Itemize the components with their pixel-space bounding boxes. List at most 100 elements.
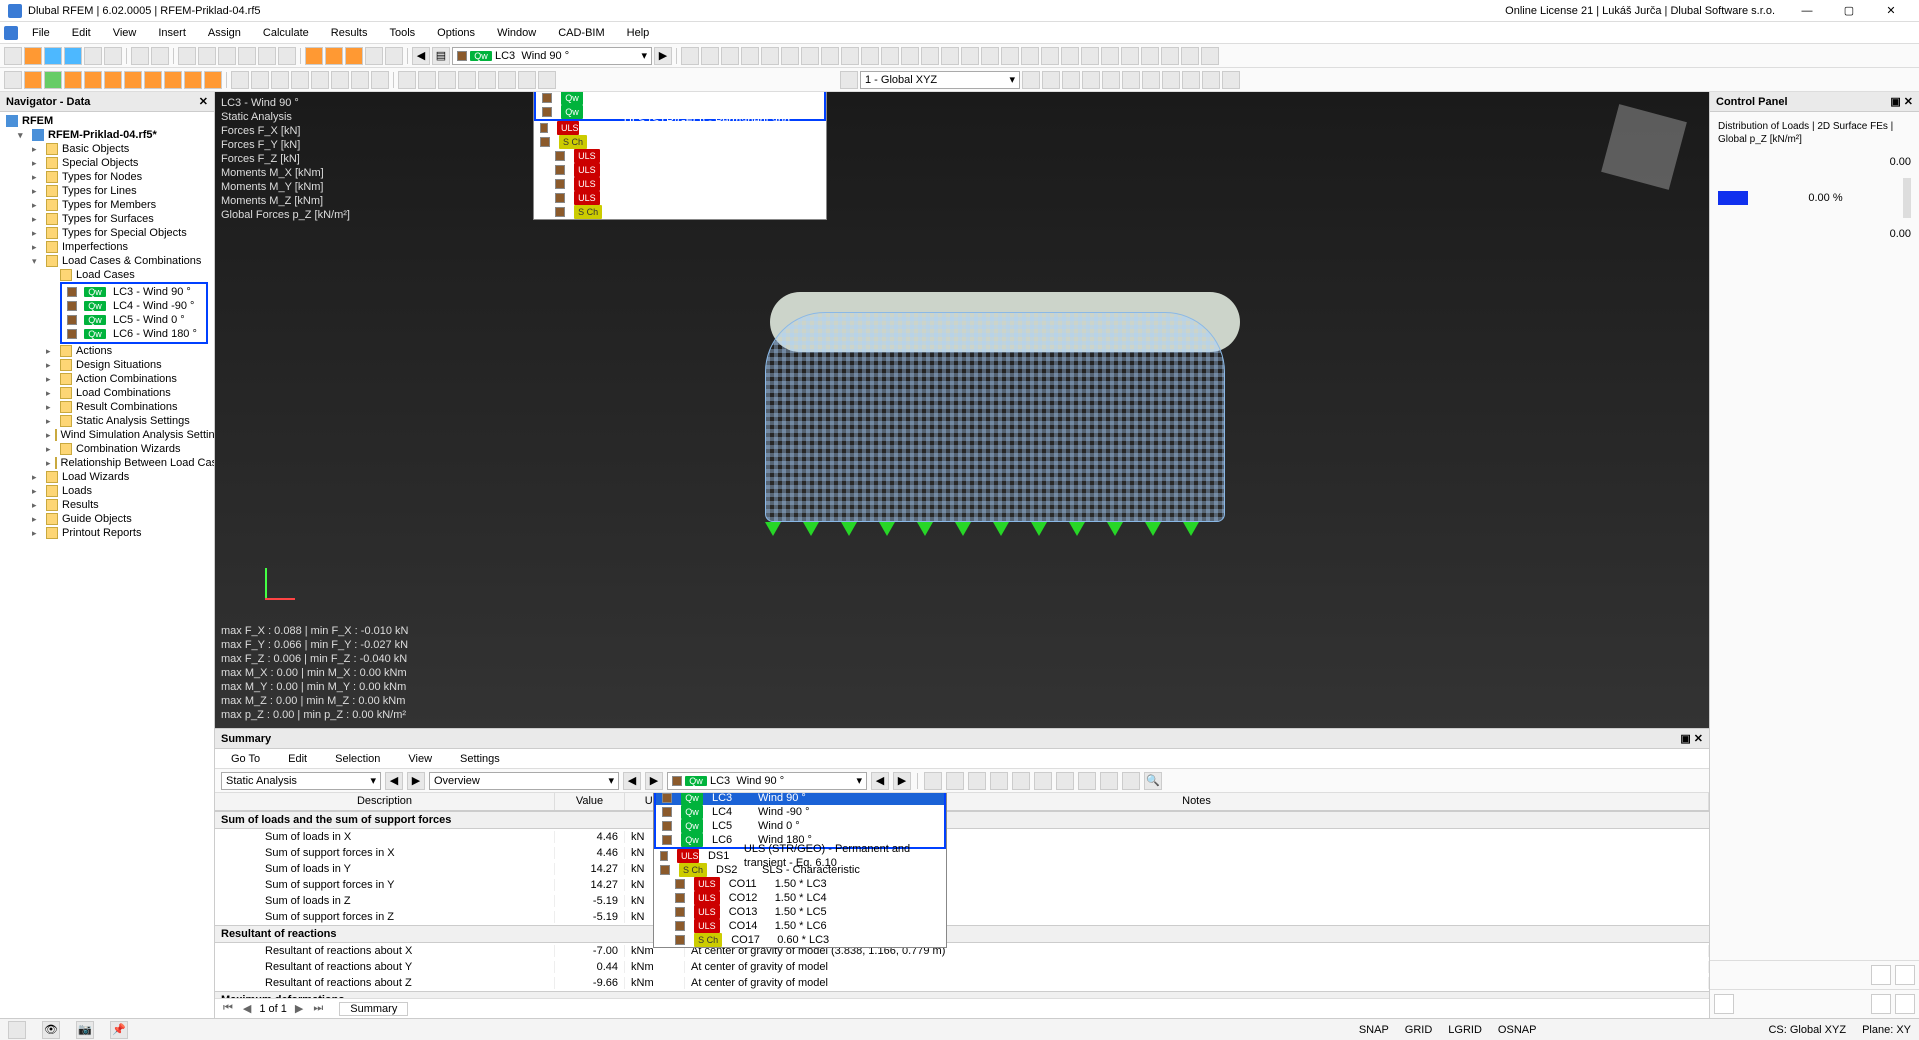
tree-item[interactable]: ▸Types for Members bbox=[0, 198, 214, 212]
tool-icon[interactable] bbox=[941, 47, 959, 65]
print-button[interactable] bbox=[104, 47, 122, 65]
tool-icon[interactable] bbox=[271, 71, 289, 89]
lc-next-button[interactable]: ▶ bbox=[654, 47, 672, 65]
tree-item[interactable]: ▸Loads bbox=[0, 484, 214, 498]
table-row[interactable]: Resultant of reactions about Y0.44kNmAt … bbox=[215, 959, 1709, 975]
dropdown-item[interactable]: QwLC5Wind 0 ° bbox=[536, 92, 824, 105]
run-button[interactable] bbox=[305, 47, 323, 65]
summary-view[interactable]: View bbox=[400, 751, 440, 767]
new-button[interactable] bbox=[4, 47, 22, 65]
tool-icon[interactable] bbox=[1202, 71, 1220, 89]
navigator-tree[interactable]: RFEM ▾ RFEM-Priklad-04.rf5* ▸Basic Objec… bbox=[0, 112, 214, 1018]
menu-edit[interactable]: Edit bbox=[64, 25, 99, 41]
tool-icon[interactable] bbox=[968, 772, 986, 790]
last-page-icon[interactable]: ⏭ bbox=[311, 1002, 325, 1015]
tool-icon[interactable] bbox=[761, 47, 779, 65]
open-button[interactable] bbox=[24, 47, 42, 65]
menu-options[interactable]: Options bbox=[429, 25, 483, 41]
loadcase-item[interactable]: QwLC6 - Wind 180 ° bbox=[63, 327, 205, 341]
tool-icon[interactable] bbox=[841, 47, 859, 65]
redo-button[interactable] bbox=[151, 47, 169, 65]
table-row[interactable]: Sum of support forces in Y14.27kN bbox=[215, 877, 1709, 893]
saveall-button[interactable] bbox=[84, 47, 102, 65]
dropdown-item[interactable]: S ChCO170.60 * LC3 bbox=[534, 205, 826, 219]
tree-item[interactable]: ▸Relationship Between Load Cases bbox=[0, 456, 214, 470]
tool-icon[interactable] bbox=[1062, 71, 1080, 89]
tool-icon[interactable] bbox=[1056, 772, 1074, 790]
tool-icon[interactable] bbox=[1141, 47, 1159, 65]
menu-tools[interactable]: Tools bbox=[381, 25, 423, 41]
tree-item[interactable]: ▸Combination Wizards bbox=[0, 442, 214, 456]
tool-icon[interactable] bbox=[1122, 772, 1140, 790]
lc-prev-button[interactable]: ◀ bbox=[412, 47, 430, 65]
status-grid[interactable]: GRID bbox=[1405, 1024, 1433, 1036]
tool-icon[interactable] bbox=[124, 71, 142, 89]
run2-button[interactable] bbox=[325, 47, 343, 65]
axis-gizmo[interactable] bbox=[265, 568, 305, 608]
layout-icon[interactable] bbox=[218, 47, 236, 65]
menu-cadbim[interactable]: CAD-BIM bbox=[550, 25, 612, 41]
tool-icon[interactable] bbox=[1102, 71, 1120, 89]
tool-icon[interactable] bbox=[231, 71, 249, 89]
tree-rfem[interactable]: RFEM bbox=[0, 114, 214, 128]
tool-icon[interactable] bbox=[365, 47, 383, 65]
tool-icon[interactable] bbox=[538, 71, 556, 89]
summary-tab[interactable]: Summary bbox=[339, 1002, 408, 1016]
tree-loadcases-comb[interactable]: ▾ Load Cases & Combinations bbox=[0, 254, 214, 268]
tool-icon[interactable] bbox=[741, 47, 759, 65]
dropdown-item[interactable]: ULSCO111.50 * LC3 bbox=[534, 149, 826, 163]
table-row[interactable]: Sum of loads in Y14.27kN bbox=[215, 861, 1709, 877]
tree-item[interactable]: ▸Special Objects bbox=[0, 156, 214, 170]
tree-item[interactable]: ▸Design Situations bbox=[0, 358, 214, 372]
cp-tool-icon[interactable] bbox=[1895, 994, 1915, 1014]
tool-icon[interactable] bbox=[1021, 47, 1039, 65]
summary-goto[interactable]: Go To bbox=[223, 751, 268, 767]
tool-icon[interactable] bbox=[801, 47, 819, 65]
tree-item[interactable]: ▸Guide Objects bbox=[0, 512, 214, 526]
loadcase-dropdown[interactable]: QwLC3Wind 90 °QwLC4Wind -90 °QwLC5Wind 0… bbox=[533, 92, 827, 220]
tree-item[interactable]: ▸Action Combinations bbox=[0, 372, 214, 386]
tree-file[interactable]: ▾ RFEM-Priklad-04.rf5* bbox=[0, 128, 214, 142]
loadcase-combo[interactable]: Qw LC3 Wind 90 ° ▾ bbox=[452, 47, 652, 65]
dropdown-item[interactable]: ULSCO131.50 * LC5 bbox=[654, 905, 946, 919]
menu-view[interactable]: View bbox=[105, 25, 145, 41]
tool-icon[interactable] bbox=[518, 71, 536, 89]
tree-loadcases[interactable]: Load Cases bbox=[0, 268, 214, 282]
summary-close-icon[interactable]: ✕ bbox=[1694, 733, 1703, 745]
tool-icon[interactable] bbox=[901, 47, 919, 65]
tool-icon[interactable] bbox=[1162, 71, 1180, 89]
dropdown-item[interactable]: ULSCO111.50 * LC3 bbox=[654, 877, 946, 891]
tool-icon[interactable] bbox=[4, 71, 22, 89]
tool-icon[interactable] bbox=[1181, 47, 1199, 65]
tree-item[interactable]: ▸Wind Simulation Analysis Settings bbox=[0, 428, 214, 442]
layout2-icon[interactable] bbox=[238, 47, 256, 65]
tool-icon[interactable] bbox=[1122, 71, 1140, 89]
tool-icon[interactable] bbox=[1042, 71, 1060, 89]
tool-icon[interactable] bbox=[681, 47, 699, 65]
tool-icon[interactable] bbox=[821, 47, 839, 65]
prev-icon[interactable]: ◀ bbox=[385, 772, 403, 790]
tool-icon[interactable] bbox=[144, 71, 162, 89]
tool-icon[interactable] bbox=[311, 71, 329, 89]
cp-dock-icon[interactable]: ▣ bbox=[1890, 96, 1900, 108]
undo-button[interactable] bbox=[131, 47, 149, 65]
menu-assign[interactable]: Assign bbox=[200, 25, 249, 41]
tool-icon[interactable] bbox=[251, 71, 269, 89]
summary-settings[interactable]: Settings bbox=[452, 751, 508, 767]
tool-icon[interactable] bbox=[1041, 47, 1059, 65]
status-camera-icon[interactable]: 📷 bbox=[76, 1021, 94, 1039]
loadcase-item[interactable]: QwLC3 - Wind 90 ° bbox=[63, 285, 205, 299]
tree-item[interactable]: ▸Imperfections bbox=[0, 240, 214, 254]
tool-icon[interactable] bbox=[1022, 71, 1040, 89]
menu-help[interactable]: Help bbox=[619, 25, 658, 41]
cloud-button[interactable] bbox=[44, 47, 62, 65]
tool-icon[interactable] bbox=[458, 71, 476, 89]
summary-grid[interactable]: Description Value Unit Notes Sum of load… bbox=[215, 793, 1709, 998]
tool-icon[interactable] bbox=[84, 71, 102, 89]
menu-file[interactable]: File bbox=[24, 25, 58, 41]
loadcase-item[interactable]: QwLC5 - Wind 0 ° bbox=[63, 313, 205, 327]
tree-item[interactable]: ▸Types for Surfaces bbox=[0, 212, 214, 226]
tool-icon[interactable] bbox=[1001, 47, 1019, 65]
tree-item[interactable]: ▸Results bbox=[0, 498, 214, 512]
tool-icon[interactable] bbox=[1101, 47, 1119, 65]
